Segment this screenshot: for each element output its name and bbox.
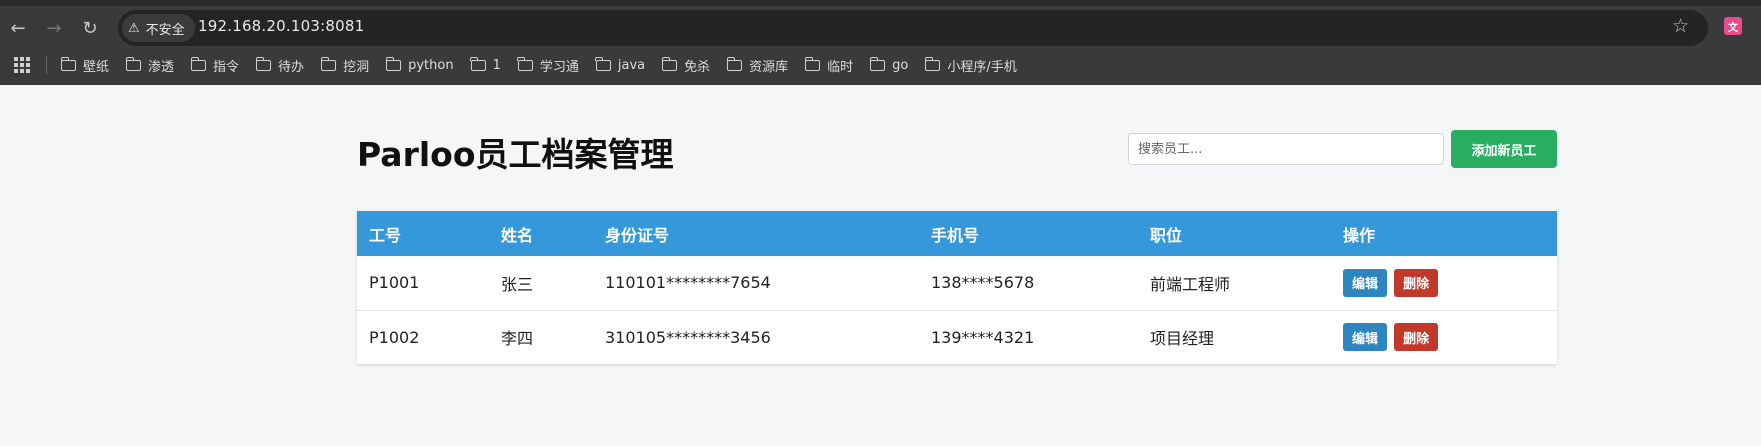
bookmark-label: 小程序/手机 xyxy=(947,59,1017,75)
header-employee-id: 工号 xyxy=(369,225,402,245)
bookmark-item[interactable]: go xyxy=(869,56,909,73)
bookmark-item[interactable]: 挖洞 xyxy=(320,56,370,75)
header-phone: 手机号 xyxy=(931,225,980,245)
security-indicator[interactable]: ⚠ 不安全 xyxy=(122,14,195,42)
delete-button[interactable]: 删除 xyxy=(1394,268,1439,297)
folder-icon xyxy=(517,56,533,71)
bookmarks-bar: 壁纸 渗透 指令 待办 挖洞 python 1 学习通 java 免杀 资源库 … xyxy=(0,52,1761,78)
browser-toolbar: ← → ↻ ⚠ 不安全 192.168.20.103:8081 ☆ 文 壁纸 渗… xyxy=(0,0,1761,85)
bookmark-label: go xyxy=(892,57,909,73)
bookmark-item[interactable]: python xyxy=(385,56,454,73)
bookmark-item[interactable]: 免杀 xyxy=(661,56,711,75)
warning-icon: ⚠ xyxy=(128,20,140,36)
bookmark-item[interactable]: 指令 xyxy=(190,56,240,75)
bookmark-label: 免杀 xyxy=(684,59,711,75)
tab-strip xyxy=(0,0,1761,6)
bookmark-label: 挖洞 xyxy=(343,59,370,75)
url-text[interactable]: 192.168.20.103:8081 xyxy=(198,17,364,35)
cell-id-card: 310105********3456 xyxy=(605,327,771,347)
table-row: P1002 李四 310105********3456 139****4321 … xyxy=(357,310,1557,364)
bookmark-item[interactable]: java xyxy=(595,56,646,73)
folder-icon xyxy=(125,56,142,71)
folder-icon xyxy=(320,56,337,71)
folder-icon xyxy=(869,56,886,71)
bookmark-label: 壁纸 xyxy=(83,59,110,75)
cell-phone: 138****5678 xyxy=(931,273,1035,293)
reload-icon[interactable]: ↻ xyxy=(78,16,102,40)
cell-actions: 编辑 删除 xyxy=(1331,256,1557,310)
bookmark-item[interactable]: 学习通 xyxy=(517,56,579,75)
bookmark-label: python xyxy=(408,57,454,73)
bookmark-label: 学习通 xyxy=(539,59,579,75)
bookmark-label: 渗透 xyxy=(148,59,175,75)
edit-button[interactable]: 编辑 xyxy=(1343,323,1388,352)
cell-id-card: 110101********7654 xyxy=(605,273,771,293)
bookmark-item[interactable]: 小程序/手机 xyxy=(924,56,1017,75)
bookmark-item[interactable]: 临时 xyxy=(804,56,854,75)
bookmark-item[interactable]: 渗透 xyxy=(125,56,175,75)
bookmarks-divider xyxy=(46,56,47,74)
bookmark-label: 1 xyxy=(492,57,501,73)
folder-icon xyxy=(661,56,678,71)
page-title: Parloo员工档案管理 xyxy=(357,135,674,174)
bookmark-label: 待办 xyxy=(278,59,305,75)
header-position: 职位 xyxy=(1150,225,1183,245)
employee-table: 工号 姓名 身份证号 手机号 职位 操作 P1001 张三 110101****… xyxy=(357,211,1557,364)
folder-icon xyxy=(595,56,611,71)
folder-icon xyxy=(924,56,941,71)
forward-icon[interactable]: → xyxy=(42,16,66,40)
edit-button[interactable]: 编辑 xyxy=(1343,268,1388,297)
bookmark-item[interactable]: 待办 xyxy=(255,56,305,75)
folder-icon xyxy=(804,56,821,71)
bookmark-item[interactable]: 壁纸 xyxy=(60,56,110,75)
bookmark-label: 指令 xyxy=(213,59,240,75)
cell-name: 张三 xyxy=(501,274,534,294)
header-actions: 操作 xyxy=(1343,225,1376,245)
cell-name: 李四 xyxy=(501,329,534,349)
table-header-row: 工号 姓名 身份证号 手机号 职位 操作 xyxy=(357,211,1557,256)
search-input[interactable] xyxy=(1128,133,1444,165)
bookmark-star-icon[interactable]: ☆ xyxy=(1672,15,1689,37)
cell-position: 前端工程师 xyxy=(1150,274,1231,294)
header-id-card: 身份证号 xyxy=(605,225,670,245)
header-name: 姓名 xyxy=(501,225,534,245)
table-row: P1001 张三 110101********7654 138****5678 … xyxy=(357,256,1557,310)
translate-extension-icon[interactable]: 文 xyxy=(1724,17,1742,35)
cell-employee-id: P1002 xyxy=(369,327,420,347)
cell-actions: 编辑 删除 xyxy=(1331,310,1557,364)
cell-phone: 139****4321 xyxy=(931,327,1035,347)
add-employee-button[interactable]: 添加新员工 xyxy=(1451,130,1557,168)
security-label: 不安全 xyxy=(145,22,185,38)
folder-icon xyxy=(255,56,272,71)
cell-position: 项目经理 xyxy=(1150,329,1215,349)
folder-icon xyxy=(726,56,743,71)
bookmark-item[interactable]: 资源库 xyxy=(726,56,789,75)
folder-icon xyxy=(385,56,402,71)
back-icon[interactable]: ← xyxy=(6,16,30,40)
bookmark-label: 资源库 xyxy=(749,59,789,75)
apps-grid-icon[interactable] xyxy=(14,57,30,73)
cell-employee-id: P1001 xyxy=(369,273,420,293)
folder-icon xyxy=(60,56,76,71)
folder-icon xyxy=(190,56,207,71)
folder-icon xyxy=(470,56,486,71)
bookmark-label: java xyxy=(617,57,646,73)
delete-button[interactable]: 删除 xyxy=(1394,323,1439,352)
bookmark-item[interactable]: 1 xyxy=(470,56,501,73)
bookmark-label: 临时 xyxy=(827,59,854,75)
